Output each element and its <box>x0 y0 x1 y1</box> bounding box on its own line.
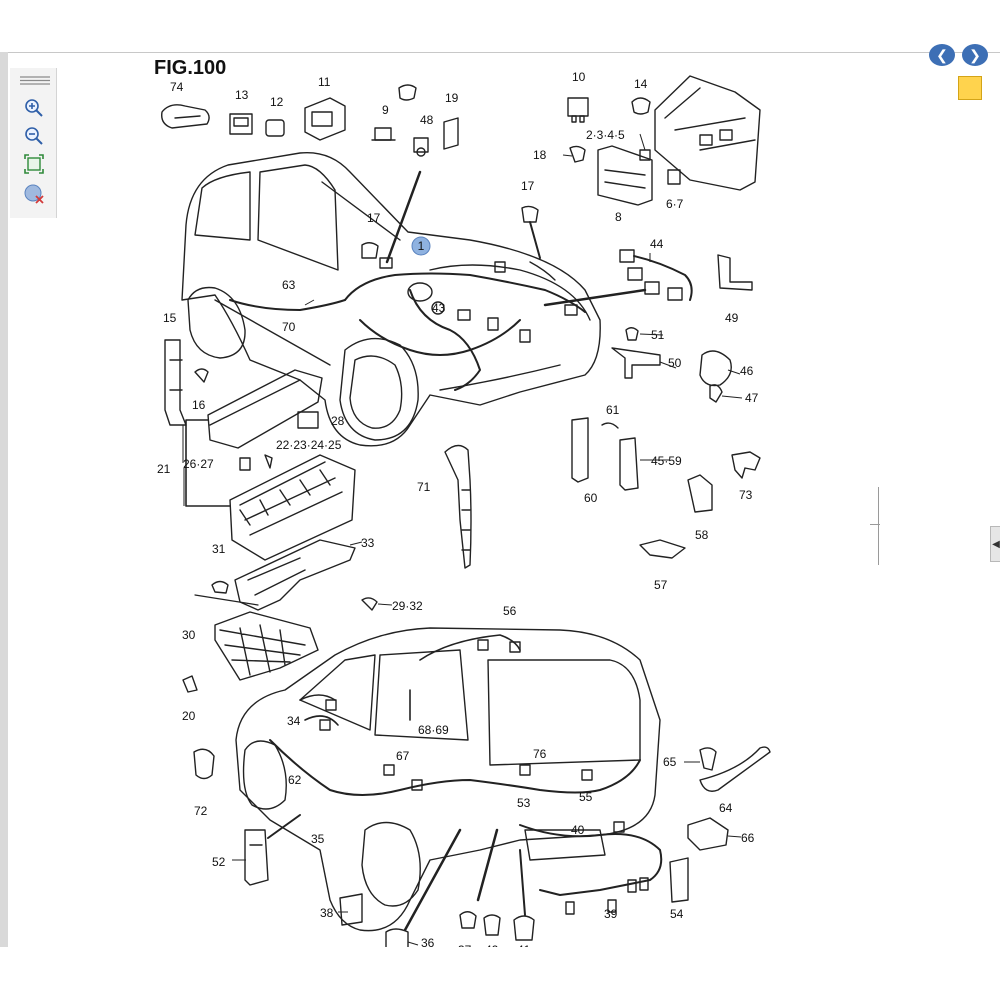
front-vehicle-drawing <box>181 151 647 447</box>
highlight-callout-label[interactable]: 1 <box>418 239 425 253</box>
callout-46[interactable]: 46 <box>740 364 754 378</box>
callout-73[interactable]: 73 <box>739 488 753 502</box>
callout-55[interactable]: 55 <box>579 790 593 804</box>
callout-64[interactable]: 64 <box>719 801 733 815</box>
figure-title: FIG.100 <box>154 57 226 79</box>
callout-60[interactable]: 60 <box>584 491 598 505</box>
nav-forward-icon[interactable]: ❯ <box>962 44 988 66</box>
toolbar-grip[interactable] <box>20 76 50 85</box>
callout-58[interactable]: 58 <box>695 528 709 542</box>
bottom-frame <box>0 947 1000 1000</box>
callout-30[interactable]: 30 <box>182 628 196 642</box>
callout-68-69[interactable]: 68·69 <box>418 723 449 737</box>
callout-67[interactable]: 67 <box>396 749 410 763</box>
callout-11[interactable]: 11 <box>318 75 331 89</box>
callout-61[interactable]: 61 <box>606 403 620 417</box>
sticky-note-icon[interactable] <box>958 76 982 100</box>
callout-39[interactable]: 39 <box>604 907 618 921</box>
zoom-in-icon[interactable] <box>22 96 46 120</box>
divider <box>878 487 879 565</box>
callout-66[interactable]: 66 <box>741 831 755 845</box>
callout-35[interactable]: 35 <box>311 832 325 846</box>
callout-56[interactable]: 56 <box>503 604 517 618</box>
viewer-toolbar <box>10 68 57 218</box>
callout-16[interactable]: 16 <box>192 398 206 412</box>
callout-10[interactable]: 10 <box>572 70 586 84</box>
callout-17-top[interactable]: 17 <box>521 179 535 193</box>
callout-13[interactable]: 13 <box>235 88 249 102</box>
divider-tick <box>870 524 880 525</box>
callout-21[interactable]: 21 <box>157 462 171 476</box>
callout-54[interactable]: 54 <box>670 907 684 921</box>
callout-12[interactable]: 12 <box>270 95 284 109</box>
callout-76[interactable]: 76 <box>533 747 547 761</box>
callout-labels: 74 13 12 11 9 48 19 10 14 2·3·4·5 18 8 6… <box>157 70 759 957</box>
callout-2-3-4-5[interactable]: 2·3·4·5 <box>586 128 625 142</box>
top-parts-drawings <box>161 75 761 301</box>
callout-43[interactable]: 43 <box>432 301 446 315</box>
callout-9[interactable]: 9 <box>382 103 389 117</box>
right-parts-drawings <box>444 327 761 569</box>
callout-47[interactable]: 47 <box>745 391 759 405</box>
zoom-out-icon[interactable] <box>22 124 46 148</box>
callout-33[interactable]: 33 <box>361 536 375 550</box>
callout-71[interactable]: 71 <box>417 480 431 494</box>
callout-49[interactable]: 49 <box>725 311 739 325</box>
callout-34[interactable]: 34 <box>287 714 301 728</box>
callout-15[interactable]: 15 <box>163 311 177 325</box>
callout-29-32[interactable]: 29·32 <box>392 599 423 613</box>
rear-vehicle-drawing <box>235 627 771 949</box>
callout-57[interactable]: 57 <box>654 578 668 592</box>
callout-52[interactable]: 52 <box>212 855 226 869</box>
callout-63[interactable]: 63 <box>282 278 296 292</box>
callout-8[interactable]: 8 <box>615 210 622 224</box>
callout-70[interactable]: 70 <box>282 320 296 334</box>
side-panel-toggle-icon[interactable]: ◀ <box>990 526 1000 562</box>
callout-65[interactable]: 65 <box>663 755 677 769</box>
callout-14[interactable]: 14 <box>634 77 648 91</box>
fit-window-icon[interactable] <box>22 152 46 176</box>
callout-74[interactable]: 74 <box>170 80 184 94</box>
callout-20[interactable]: 20 <box>182 709 196 723</box>
callout-62[interactable]: 62 <box>288 773 302 787</box>
callout-18[interactable]: 18 <box>533 148 547 162</box>
callout-45-59[interactable]: 45·59 <box>651 454 682 468</box>
parts-diagram: 1 FIG.100 74 13 12 11 9 48 19 10 14 2·3·… <box>154 57 771 957</box>
nav-back-icon[interactable]: ❮ <box>929 44 955 66</box>
callout-44[interactable]: 44 <box>650 237 664 251</box>
callout-72[interactable]: 72 <box>194 804 208 818</box>
callout-22-23-24-25[interactable]: 22·23·24·25 <box>276 438 342 452</box>
callout-31[interactable]: 31 <box>212 542 226 556</box>
callout-26-27[interactable]: 26·27 <box>183 457 214 471</box>
callout-19[interactable]: 19 <box>445 91 459 105</box>
clear-highlight-icon[interactable] <box>22 182 46 206</box>
callout-48[interactable]: 48 <box>420 113 434 127</box>
callout-6-7[interactable]: 6·7 <box>666 197 684 211</box>
callout-53[interactable]: 53 <box>517 796 531 810</box>
callout-28[interactable]: 28 <box>331 414 345 428</box>
callout-38[interactable]: 38 <box>320 906 334 920</box>
callout-40[interactable]: 40 <box>571 823 585 837</box>
callout-17-left[interactable]: 17 <box>367 211 381 225</box>
